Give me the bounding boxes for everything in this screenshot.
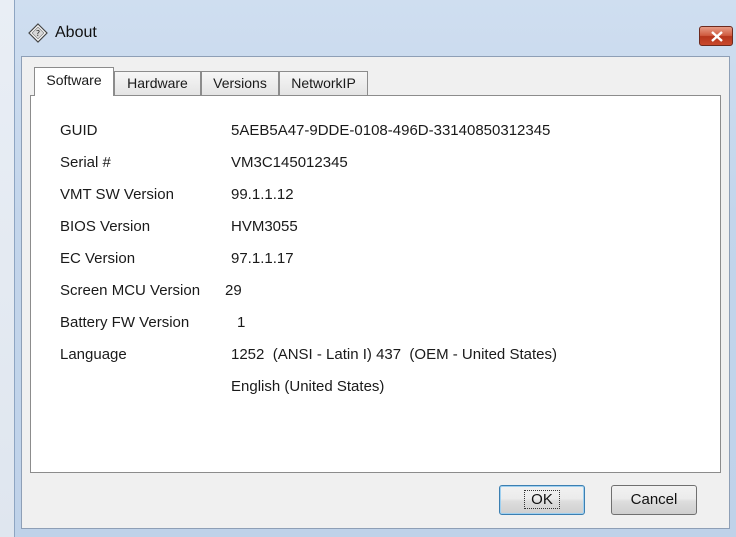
row-label: EC Version <box>60 250 136 267</box>
row-label: Language <box>60 346 127 363</box>
close-icon <box>711 31 723 42</box>
ok-button-label: OK <box>524 490 560 509</box>
row-value: HVM3055 <box>231 218 298 235</box>
about-dialog: ? About Software Hardware Versions Netwo… <box>14 0 736 537</box>
title-bar[interactable]: ? About <box>15 0 736 46</box>
window-title: About <box>55 24 97 41</box>
row-value: 97.1.1.17 <box>231 250 294 267</box>
row-value: 29 <box>225 282 242 299</box>
tab-software[interactable]: Software <box>34 67 114 96</box>
row-label: Serial # <box>60 154 111 171</box>
row-label: Screen MCU Version <box>60 282 201 299</box>
desktop-background <box>0 0 14 537</box>
ok-button[interactable]: OK <box>499 485 585 515</box>
row-value: 99.1.1.12 <box>231 186 294 203</box>
row-label: BIOS Version <box>60 218 151 235</box>
cancel-button[interactable]: Cancel <box>611 485 697 515</box>
row-value: 5AEB5A47-9DDE-0108-496D-33140850312345 <box>231 122 551 139</box>
tab-networkip[interactable]: NetworkIP <box>279 71 368 95</box>
close-button[interactable] <box>699 26 733 46</box>
row-label: GUID <box>60 122 98 139</box>
software-panel: GUID 5AEB5A47-9DDE-0108-496D-33140850312… <box>30 95 721 473</box>
svg-text:?: ? <box>36 29 40 38</box>
row-label: VMT SW Version <box>60 186 174 203</box>
tab-versions[interactable]: Versions <box>201 71 279 95</box>
row-value: 1 <box>237 314 246 331</box>
tab-hardware[interactable]: Hardware <box>114 71 201 95</box>
language-name-value: English (United States) <box>231 378 385 395</box>
row-value: VM3C145012345 <box>231 154 348 171</box>
dialog-client-area: Software Hardware Versions NetworkIP GUI… <box>21 56 730 529</box>
row-label: Battery FW Version <box>60 314 190 331</box>
about-diamond-icon: ? <box>28 23 48 43</box>
row-value: 1252 (ANSI - Latin I) 437 (OEM - United … <box>231 346 557 363</box>
